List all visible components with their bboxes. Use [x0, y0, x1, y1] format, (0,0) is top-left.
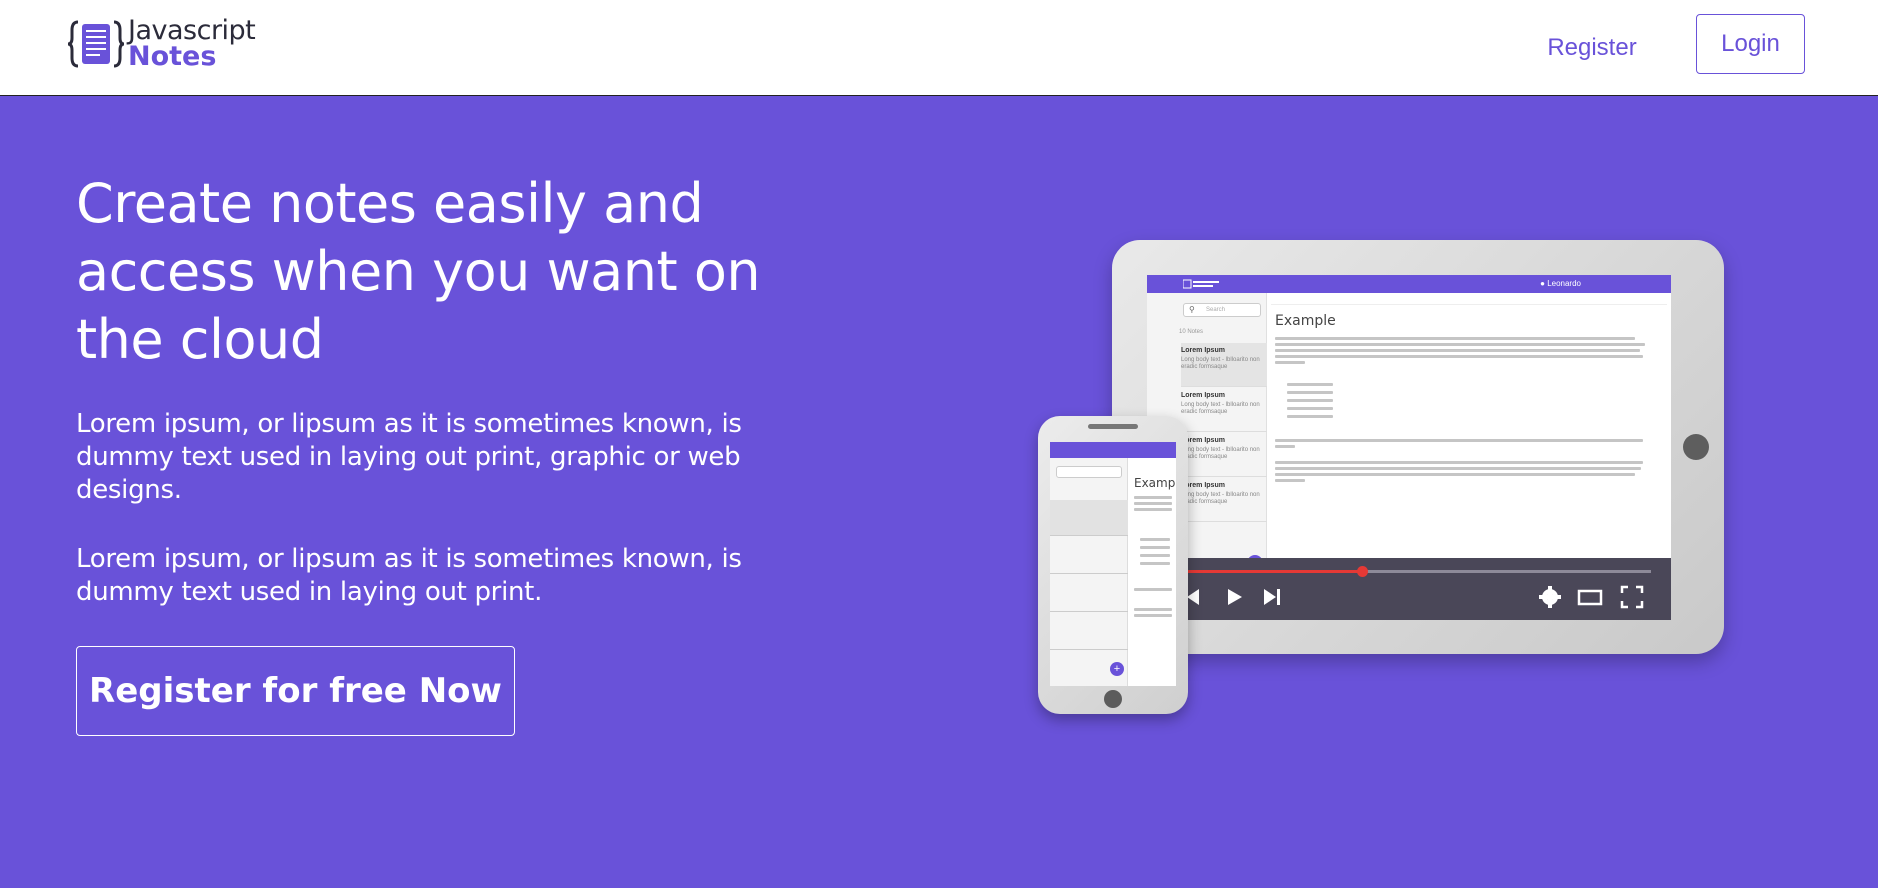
bullet-line: [1140, 546, 1170, 549]
list-item: Lorem Ipsum Long body text - lblloarito n…: [1181, 433, 1267, 477]
phone-home-button: [1104, 690, 1122, 708]
text-line: [1134, 508, 1172, 511]
settings-gear-icon: [1539, 586, 1561, 608]
text-line: [1275, 439, 1643, 442]
text-line: [1275, 343, 1645, 346]
tablet-home-button: [1683, 434, 1709, 460]
text-line: [1275, 479, 1305, 482]
logo-braces-notebook-icon: [67, 16, 125, 72]
phone-screen: + Example: [1050, 442, 1176, 686]
text-line: [1134, 614, 1172, 617]
list-item: Lorem Ipsum Long body text - lblloarito n…: [1181, 478, 1267, 522]
register-free-button[interactable]: Register for free Now: [76, 646, 515, 736]
search-icon: ⚲: [1189, 305, 1195, 314]
video-progress-fill: [1187, 570, 1363, 573]
hero-paragraph-2: Lorem ipsum, or lipsum as it is sometime…: [76, 544, 742, 607]
list-item: [1050, 536, 1128, 574]
add-icon: +: [1110, 662, 1124, 676]
editor-toolbar: [1271, 297, 1667, 305]
register-link[interactable]: Register: [1530, 30, 1654, 66]
text-line: [1134, 608, 1172, 611]
logo-braces-notebook-icon: [1183, 279, 1219, 289]
logo-wordmark: Javascript Notes: [128, 17, 256, 72]
list-item: [1050, 574, 1128, 612]
app-topbar: [1050, 442, 1176, 458]
skip-next-icon: [1264, 589, 1280, 605]
text-line: [1275, 473, 1635, 476]
bullet-line: [1140, 562, 1170, 565]
fullscreen-icon: [1620, 585, 1644, 609]
tablet-screen: ● Leonardo Search ⚲ 10 Notes Lorem Ipsum…: [1147, 275, 1671, 620]
bullet-line: [1287, 391, 1333, 394]
editor-title: Example: [1275, 313, 1336, 329]
text-line: [1134, 502, 1172, 505]
phone-speaker: [1088, 424, 1138, 429]
bullet-line: [1287, 399, 1333, 402]
video-player-bar: [1147, 558, 1671, 620]
text-line: [1275, 461, 1643, 464]
text-line: [1134, 588, 1172, 591]
list-item: Lorem Ipsum Long body text - lblloarito n…: [1181, 343, 1267, 387]
bullet-line: [1287, 407, 1333, 410]
text-line: [1275, 355, 1643, 358]
hero-title: Create notes easily and access when you …: [76, 172, 761, 371]
site-header: Javascript Notes Register Login: [0, 0, 1878, 96]
play-icon: [1228, 589, 1242, 605]
text-line: [1275, 337, 1635, 340]
text-line: [1275, 467, 1641, 470]
text-line: [1134, 496, 1172, 499]
list-item: [1050, 500, 1128, 536]
bullet-line: [1287, 415, 1333, 418]
editor-title: Example: [1134, 476, 1176, 490]
video-progress-knob: [1357, 566, 1368, 577]
notes-count: 10 Notes: [1179, 329, 1204, 335]
site-logo[interactable]: Javascript Notes: [67, 16, 256, 72]
bullet-line: [1140, 538, 1170, 541]
logo-text-notes: Notes: [128, 41, 217, 72]
search-input: [1056, 466, 1122, 478]
theater-mode-icon: [1577, 589, 1603, 606]
list-item: Lorem Ipsum Long body text - lblloarito n…: [1181, 388, 1267, 432]
bullet-line: [1140, 554, 1170, 557]
text-line: [1275, 361, 1305, 364]
user-name: ● Leonardo: [1540, 279, 1581, 288]
app-topbar: ● Leonardo: [1147, 275, 1671, 293]
text-line: [1275, 445, 1295, 448]
login-button[interactable]: Login: [1696, 14, 1805, 74]
bullet-line: [1287, 383, 1333, 386]
hero-paragraph-1: Lorem ipsum, or lipsum as it is sometime…: [76, 409, 742, 505]
notes-sidebar: +: [1050, 458, 1128, 686]
list-item: [1050, 612, 1128, 650]
text-line: [1275, 349, 1640, 352]
